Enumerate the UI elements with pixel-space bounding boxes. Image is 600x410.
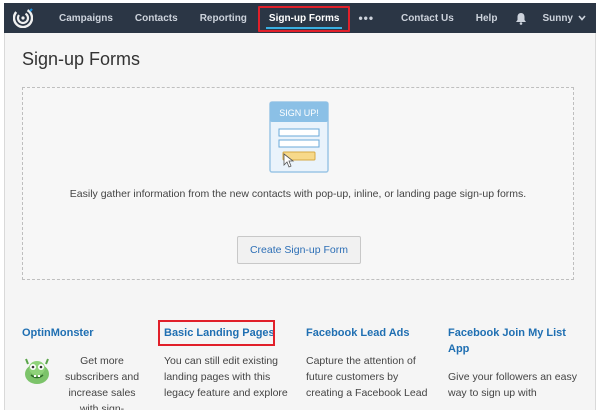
create-sign-up-form-button[interactable]: Create Sign-up Form: [237, 236, 361, 264]
chevron-down-icon: [578, 15, 586, 21]
more-menu-icon[interactable]: •••: [350, 11, 382, 25]
integration-title-facebook-join-my-list[interactable]: Facebook Join My List App: [448, 325, 578, 357]
constant-contact-logo-icon[interactable]: [12, 7, 34, 29]
integration-body-facebook-join-my-list: Give your followers an easy way to sign …: [448, 371, 577, 399]
empty-state-description: Easily gather information from the new c…: [69, 188, 527, 200]
integration-title-facebook-lead-ads[interactable]: Facebook Lead Ads: [306, 325, 436, 341]
notifications-bell-icon[interactable]: [508, 3, 534, 33]
nav-contacts[interactable]: Contacts: [124, 3, 189, 33]
integration-title-optinmonster[interactable]: OptinMonster: [22, 325, 152, 341]
integration-body-optinmonster: Get more subscribers and increase sales …: [64, 355, 140, 410]
integration-optinmonster: OptinMonster Get more subscribers and in…: [22, 325, 152, 410]
nav-sign-up-forms[interactable]: Sign-up Forms: [257, 3, 351, 33]
integration-body-facebook-lead-ads: Capture the attention of future customer…: [306, 355, 428, 399]
nav-campaigns[interactable]: Campaigns: [48, 3, 124, 33]
nav-contact-us[interactable]: Contact Us: [390, 3, 465, 33]
integration-facebook-lead-ads: Facebook Lead Ads Capture the attention …: [306, 325, 436, 401]
sign-up-form-illustration-icon: SIGN UP!: [269, 101, 329, 178]
main-content: Sign-up Forms SIGN UP! Easily gather inf…: [4, 33, 596, 410]
nav-reporting[interactable]: Reporting: [189, 3, 258, 33]
page-title: Sign-up Forms: [22, 49, 141, 69]
illustration-text: SIGN UP!: [279, 108, 319, 118]
integration-title-basic-landing-pages[interactable]: Basic Landing Pages: [158, 320, 294, 346]
integration-basic-landing-pages: Basic Landing Pages You can still edit e…: [158, 320, 294, 401]
user-menu[interactable]: Sunny: [534, 13, 596, 24]
top-nav: Campaigns Contacts Reporting Sign-up For…: [4, 3, 596, 33]
highlight-box: [158, 320, 275, 346]
highlight-box: [257, 6, 351, 32]
integration-facebook-join-my-list: Facebook Join My List App Give your foll…: [448, 325, 578, 401]
empty-state-panel: SIGN UP! Easily gather information from …: [22, 87, 574, 280]
integration-body-basic-landing-pages: You can still edit existing landing page…: [164, 355, 288, 399]
optinmonster-logo-icon: [22, 356, 52, 386]
user-name: Sunny: [542, 12, 573, 24]
nav-help[interactable]: Help: [465, 3, 509, 33]
